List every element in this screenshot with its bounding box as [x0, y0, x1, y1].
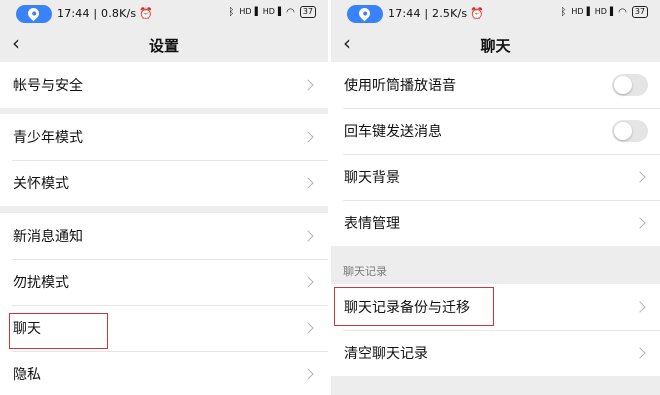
- chevron-right-icon: [302, 177, 314, 189]
- wifi-icon: ◠: [618, 6, 627, 18]
- earpiece-toggle[interactable]: [612, 74, 648, 96]
- setting-label: 回车键发送消息: [344, 124, 442, 140]
- chevron-right-icon: [634, 301, 646, 313]
- settings-item-new-message-notification[interactable]: 新消息通知: [0, 213, 328, 259]
- highlight-box: [334, 287, 494, 326]
- chevron-right-icon: [634, 347, 646, 359]
- setting-clear-chat-history[interactable]: 清空聊天记录: [331, 330, 660, 376]
- settings-group-account: 帐号与安全: [0, 62, 328, 108]
- settings-item-label: 帐号与安全: [13, 78, 83, 94]
- setting-earpiece-playback[interactable]: 使用听筒播放语音: [331, 62, 660, 108]
- setting-label: 聊天背景: [344, 170, 400, 186]
- location-icon: [356, 5, 373, 21]
- settings-item-label: 关怀模式: [13, 176, 69, 192]
- nav-bar: ‹ 设置: [0, 27, 328, 61]
- chevron-right-icon: [302, 131, 314, 143]
- settings-group-messages: 新消息通知 勿扰模式 聊天 隐私: [0, 213, 328, 395]
- section-title-chat-history: 聊天记录: [343, 265, 387, 278]
- status-bar: 17:44 | 0.8K/s ⏰ ᛒ HD▐ HD▐ ◠ 37: [0, 0, 328, 27]
- page-title: 设置: [148, 37, 179, 55]
- chevron-right-icon: [634, 171, 646, 183]
- signal-icon: HD▐: [239, 7, 258, 16]
- chevron-right-icon: [302, 322, 314, 334]
- network-label: HD: [571, 7, 584, 16]
- status-icons: ᛒ HD▐ HD▐ ◠ 37: [560, 6, 648, 18]
- bluetooth-icon: ᛒ: [228, 6, 235, 18]
- signal-icon: HD▐: [594, 7, 614, 16]
- status-bar: 17:44 | 2.5K/s ⏰ ᛒ HD▐ HD▐ ◠ 37: [331, 0, 660, 27]
- alarm-icon: ⏰: [470, 7, 485, 20]
- status-time-speed: 17:44 | 2.5K/s: [388, 7, 468, 20]
- toggle-knob: [614, 122, 632, 140]
- page-title: 聊天: [480, 37, 511, 55]
- highlight-box: [9, 313, 108, 349]
- settings-item-do-not-disturb[interactable]: 勿扰模式: [0, 259, 328, 305]
- settings-item-account-security[interactable]: 帐号与安全: [0, 62, 328, 108]
- network-label: HD: [594, 7, 607, 16]
- alarm-icon: ⏰: [139, 7, 154, 20]
- status-icons: ᛒ HD▐ HD▐ ◠ 37: [228, 6, 316, 18]
- chevron-right-icon: [302, 276, 314, 288]
- settings-item-teen-mode[interactable]: 青少年模式: [0, 114, 328, 160]
- settings-item-label: 隐私: [13, 367, 41, 383]
- chat-settings-group: 使用听筒播放语音 回车键发送消息 聊天背景 表情管理: [331, 62, 660, 246]
- chevron-right-icon: [302, 79, 314, 91]
- signal-icon: HD▐: [571, 7, 590, 16]
- setting-label: 使用听筒播放语音: [344, 78, 456, 94]
- chevron-right-icon: [302, 368, 314, 380]
- signal-icon: HD▐: [262, 7, 282, 16]
- network-label: HD: [239, 7, 252, 16]
- settings-item-privacy[interactable]: 隐私: [0, 351, 328, 395]
- network-label: HD: [262, 7, 275, 16]
- settings-item-label: 勿扰模式: [13, 275, 69, 291]
- setting-enter-to-send[interactable]: 回车键发送消息: [331, 108, 660, 154]
- nav-bar: ‹ 聊天: [331, 27, 660, 61]
- location-pill: [347, 4, 383, 23]
- settings-item-label: 青少年模式: [13, 130, 83, 146]
- location-pill: [16, 4, 52, 23]
- toggle-knob: [614, 76, 632, 94]
- location-icon: [25, 5, 42, 21]
- setting-chat-background[interactable]: 聊天背景: [331, 154, 660, 200]
- battery-icon: 37: [299, 6, 316, 18]
- bluetooth-icon: ᛒ: [560, 6, 567, 18]
- battery-icon: 37: [631, 6, 648, 18]
- setting-sticker-management[interactable]: 表情管理: [331, 200, 660, 246]
- chevron-right-icon: [634, 217, 646, 229]
- status-time-speed: 17:44 | 0.8K/s: [57, 7, 137, 20]
- enter-send-toggle[interactable]: [612, 120, 648, 142]
- setting-label: 表情管理: [344, 216, 400, 232]
- settings-group-modes: 青少年模式 关怀模式: [0, 114, 328, 206]
- chevron-right-icon: [302, 230, 314, 242]
- setting-label: 清空聊天记录: [344, 346, 428, 362]
- settings-screen: 17:44 | 0.8K/s ⏰ ᛒ HD▐ HD▐ ◠ 37 ‹ 设置 帐号与…: [0, 0, 328, 395]
- wifi-icon: ◠: [286, 6, 295, 18]
- settings-item-care-mode[interactable]: 关怀模式: [0, 160, 328, 206]
- settings-item-label: 新消息通知: [13, 229, 83, 245]
- chat-settings-screen: 17:44 | 2.5K/s ⏰ ᛒ HD▐ HD▐ ◠ 37 ‹ 聊天 使用听…: [331, 0, 660, 395]
